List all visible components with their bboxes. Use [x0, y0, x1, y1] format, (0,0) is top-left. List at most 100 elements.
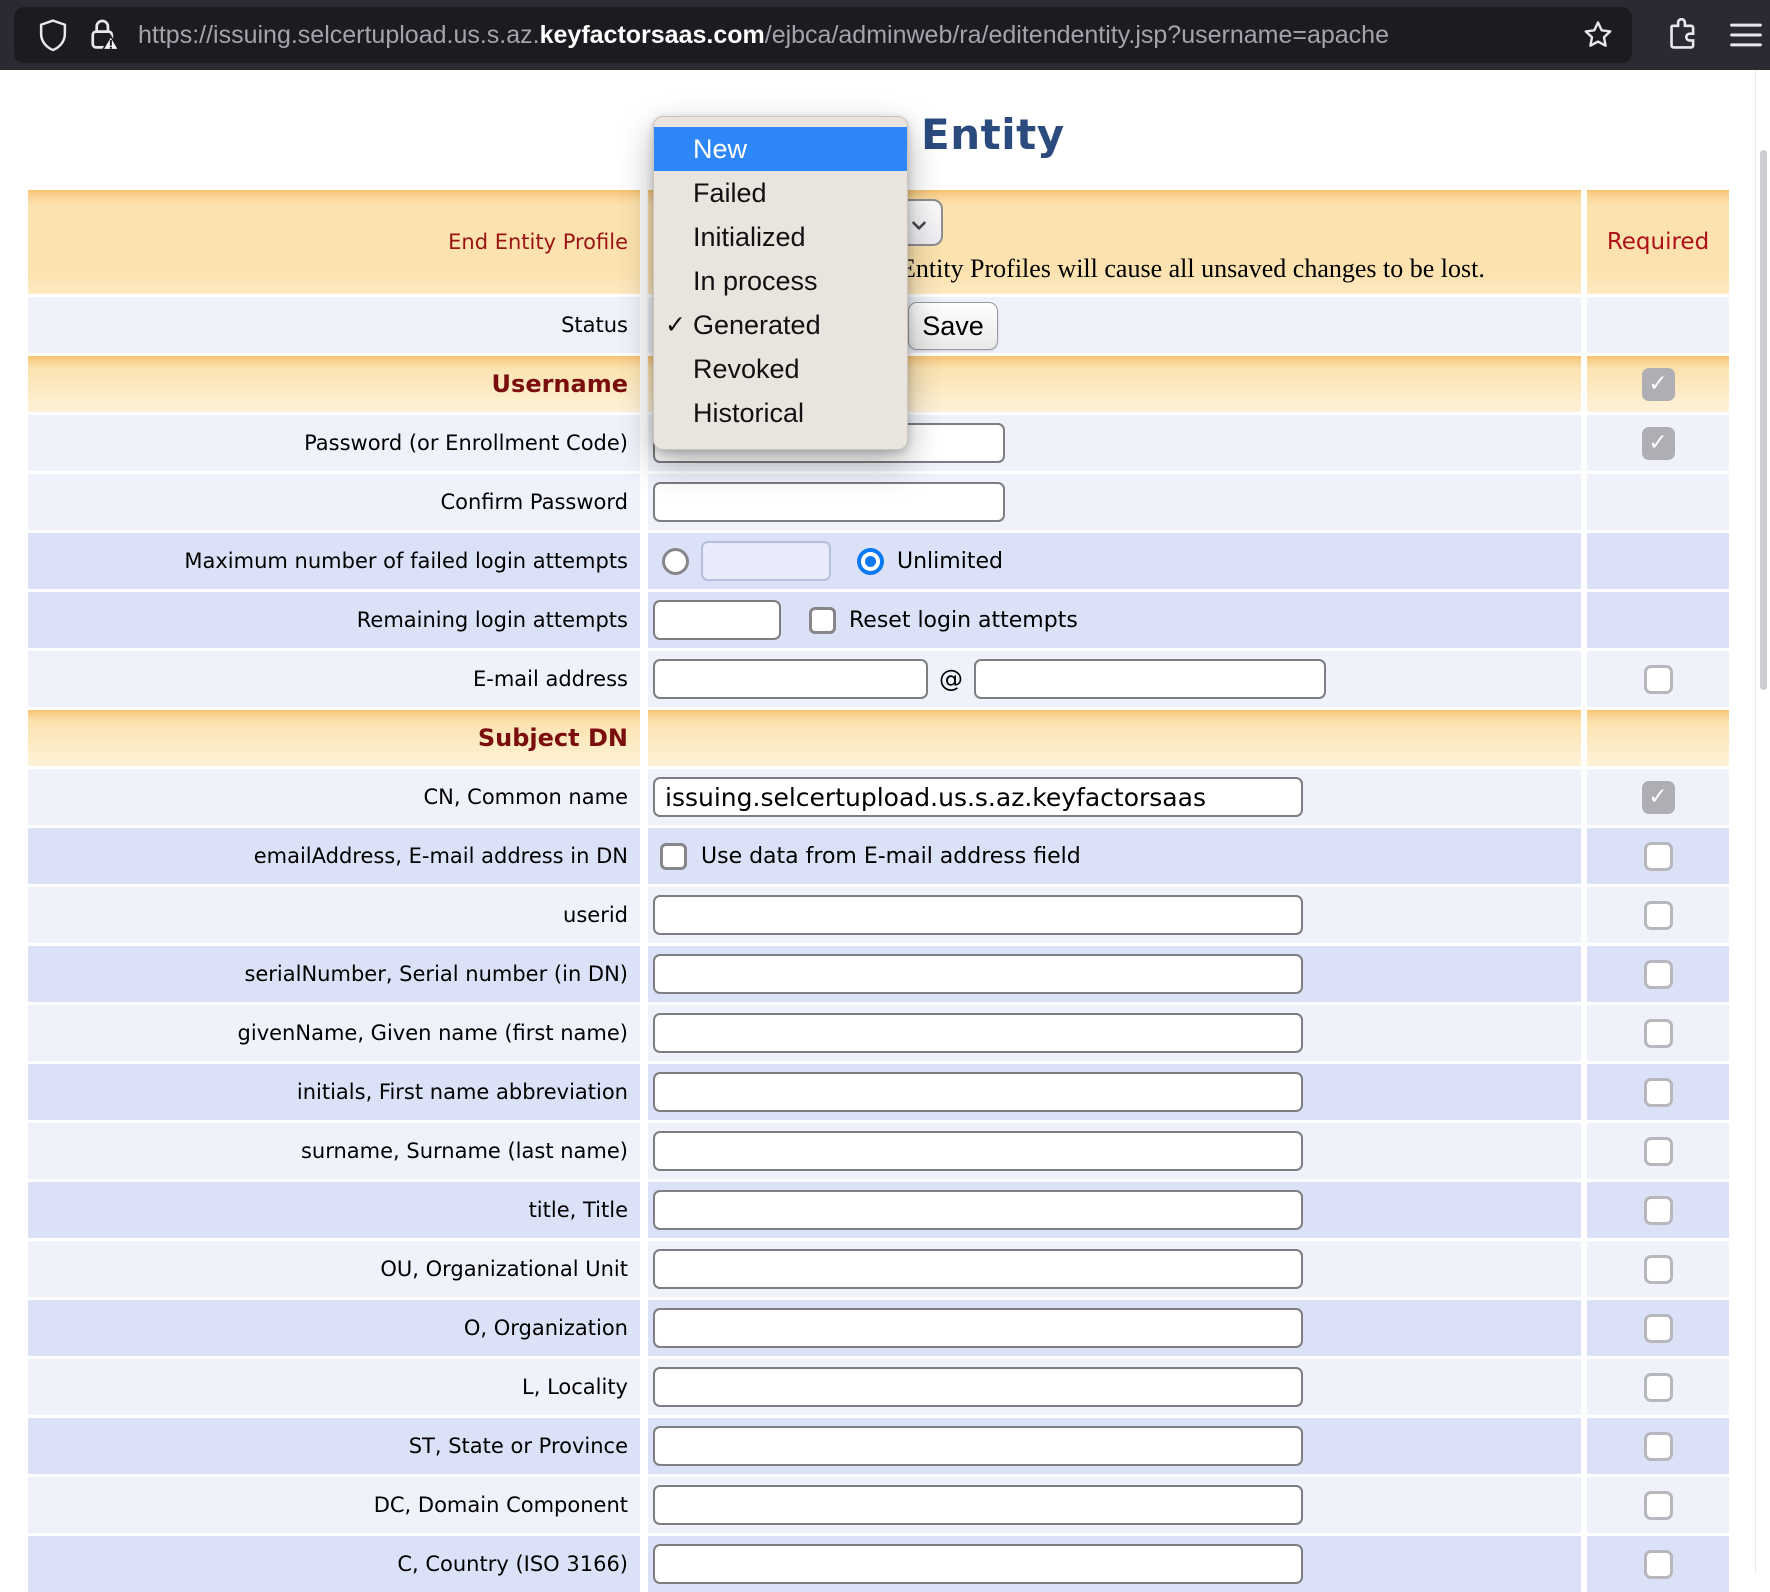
row-label: OU, Organizational Unit [28, 1241, 640, 1297]
row-label: Status [28, 297, 640, 353]
row-label: surname, Surname (last name) [28, 1123, 640, 1179]
l-input[interactable] [653, 1367, 1303, 1407]
row-dc: DC, Domain Component [28, 1477, 1729, 1533]
remaining-attempts-input[interactable] [653, 600, 781, 640]
use-email-data-checkbox[interactable] [660, 843, 687, 870]
extensions-puzzle-icon[interactable] [1662, 15, 1702, 55]
row-c: C, Country (ISO 3166) [28, 1536, 1729, 1592]
row-initials: initials, First name abbreviation [28, 1064, 1729, 1120]
row-subject-dn-header: Subject DN [28, 710, 1729, 766]
row-title: title, Title [28, 1182, 1729, 1238]
url-path: /ejbca/adminweb/ra/editendentity.jsp?use… [765, 21, 1389, 49]
row-label: L, Locality [28, 1359, 640, 1415]
row-givenname: givenName, Given name (first name) [28, 1005, 1729, 1061]
row-ou: OU, Organizational Unit [28, 1241, 1729, 1297]
required-column-header: Required [1587, 190, 1729, 294]
ou-input[interactable] [653, 1249, 1303, 1289]
row-label: E-mail address [28, 651, 640, 707]
required-checkbox-unchecked [1644, 1255, 1673, 1284]
row-label: C, Country (ISO 3166) [28, 1536, 640, 1592]
row-confirm-password: Confirm Password [28, 474, 1729, 530]
required-checkbox-unchecked [1644, 1137, 1673, 1166]
required-checkbox-unchecked [1644, 665, 1673, 694]
scrollbar-thumb[interactable] [1760, 150, 1767, 690]
dc-input[interactable] [653, 1485, 1303, 1525]
required-checkbox-unchecked [1644, 842, 1673, 871]
row-label: Password (or Enrollment Code) [28, 415, 640, 471]
cn-input[interactable] [653, 777, 1303, 817]
row-email-address: E-mail address @ [28, 651, 1729, 707]
required-checkbox-unchecked [1644, 1314, 1673, 1343]
row-label: emailAddress, E-mail address in DN [28, 828, 640, 884]
lock-warning-icon[interactable] [82, 17, 126, 53]
row-label: Maximum number of failed login attempts [28, 533, 640, 589]
confirm-password-input[interactable] [653, 482, 1005, 522]
menu-item-new[interactable]: New [654, 127, 907, 171]
row-label: givenName, Given name (first name) [28, 1005, 640, 1061]
required-checkbox-unchecked [1644, 1196, 1673, 1225]
email-local-input[interactable] [653, 659, 928, 699]
required-checkbox-unchecked [1644, 960, 1673, 989]
url-text[interactable]: https://issuing.selcertupload.us.s.az.ke… [138, 21, 1570, 50]
required-checkbox-checked: ✓ [1642, 427, 1675, 460]
url-prefix: https://issuing.selcertupload.us.s.az. [138, 21, 540, 49]
hamburger-menu-icon[interactable] [1726, 15, 1766, 55]
row-remaining-logins: Remaining login attempts Reset login att… [28, 592, 1729, 648]
row-label: ST, State or Province [28, 1418, 640, 1474]
row-label: End Entity Profile [28, 190, 640, 294]
max-attempts-unlimited-radio[interactable] [857, 548, 884, 575]
required-checkbox-unchecked [1644, 1432, 1673, 1461]
scrollbar-track[interactable] [1755, 70, 1770, 1574]
row-label: Confirm Password [28, 474, 640, 530]
email-domain-input[interactable] [974, 659, 1326, 699]
row-l: L, Locality [28, 1359, 1729, 1415]
initials-input[interactable] [653, 1072, 1303, 1112]
row-label: userid [28, 887, 640, 943]
required-checkbox-unchecked [1644, 901, 1673, 930]
row-label: O, Organization [28, 1300, 640, 1356]
url-bar[interactable]: https://issuing.selcertupload.us.s.az.ke… [14, 7, 1632, 63]
menu-item-in-process[interactable]: In process [654, 259, 907, 303]
row-label: serialNumber, Serial number (in DN) [28, 946, 640, 1002]
row-st: ST, State or Province [28, 1418, 1729, 1474]
chevron-down-icon [908, 214, 930, 236]
givenname-input[interactable] [653, 1013, 1303, 1053]
row-email-in-dn: emailAddress, E-mail address in DN Use d… [28, 828, 1729, 884]
menu-item-failed[interactable]: Failed [654, 171, 907, 215]
title-input[interactable] [653, 1190, 1303, 1230]
section-title: Subject DN [28, 710, 640, 766]
row-label: initials, First name abbreviation [28, 1064, 640, 1120]
shield-icon[interactable] [30, 18, 76, 52]
st-input[interactable] [653, 1426, 1303, 1466]
userid-input[interactable] [653, 895, 1303, 935]
status-dropdown-menu: New Failed Initialized In process ✓Gener… [653, 116, 908, 450]
row-o: O, Organization [28, 1300, 1729, 1356]
row-max-failed-logins: Maximum number of failed login attempts … [28, 533, 1729, 589]
row-label: CN, Common name [28, 769, 640, 825]
row-userid: userid [28, 887, 1729, 943]
row-label: Remaining login attempts [28, 592, 640, 648]
required-checkbox-unchecked [1644, 1019, 1673, 1048]
surname-input[interactable] [653, 1131, 1303, 1171]
row-label: title, Title [28, 1182, 640, 1238]
required-checkbox-unchecked [1644, 1373, 1673, 1402]
menu-item-initialized[interactable]: Initialized [654, 215, 907, 259]
menu-item-historical[interactable]: Historical [654, 391, 907, 435]
bookmark-star-icon[interactable] [1578, 19, 1618, 51]
save-button[interactable]: Save [908, 302, 998, 350]
max-attempts-specified-radio[interactable] [662, 548, 689, 575]
o-input[interactable] [653, 1308, 1303, 1348]
menu-item-revoked[interactable]: Revoked [654, 347, 907, 391]
max-attempts-input [701, 541, 831, 581]
row-cn: CN, Common name ✓ [28, 769, 1729, 825]
unlimited-label: Unlimited [897, 549, 1003, 574]
section-title: Username [28, 356, 640, 412]
required-checkbox-checked: ✓ [1642, 368, 1675, 401]
menu-item-generated[interactable]: ✓Generated [654, 303, 907, 347]
serialnumber-input[interactable] [653, 954, 1303, 994]
c-input[interactable] [653, 1544, 1303, 1584]
required-checkbox-unchecked [1644, 1491, 1673, 1520]
reset-login-attempts-checkbox[interactable] [809, 607, 836, 634]
required-checkbox-unchecked [1644, 1550, 1673, 1579]
row-serialnumber: serialNumber, Serial number (in DN) [28, 946, 1729, 1002]
